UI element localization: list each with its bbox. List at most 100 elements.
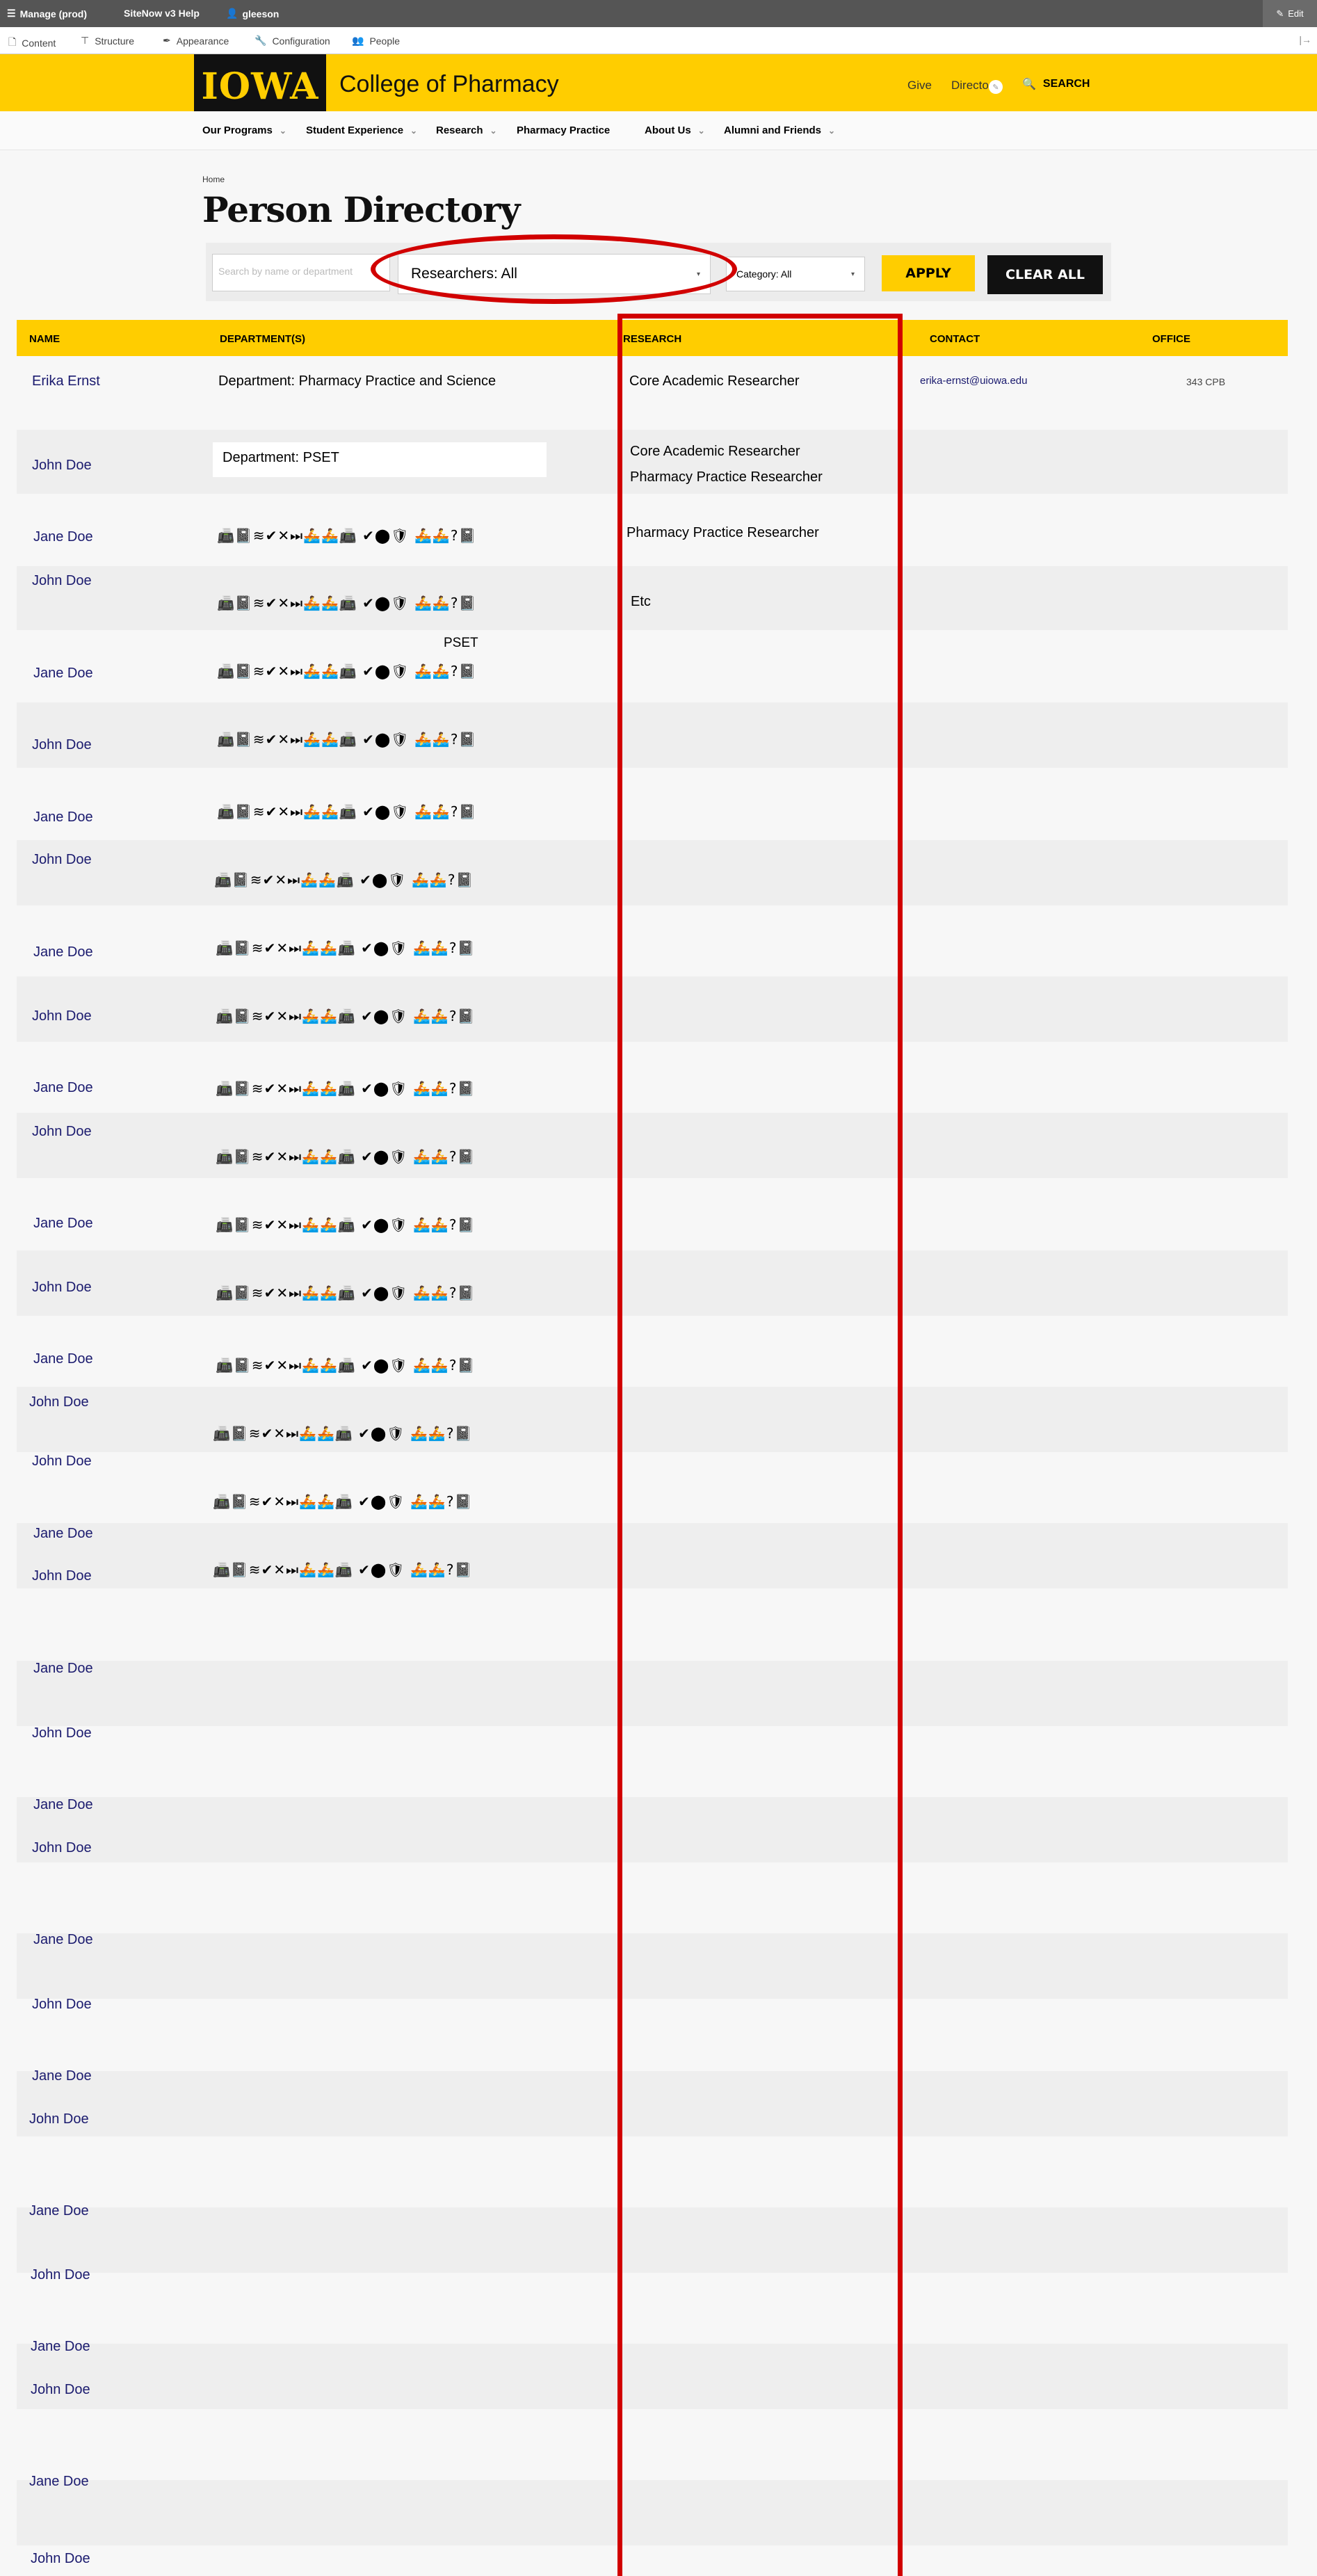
brush-icon: ✒: [163, 35, 171, 46]
tab-appearance-label: Appearance: [176, 35, 229, 47]
person-name-link[interactable]: Jane Doe: [32, 2068, 92, 2084]
dept-note: PSET: [444, 636, 478, 650]
person-name-link[interactable]: Jane Doe: [33, 1526, 93, 1542]
person-name-link[interactable]: Jane Doe: [33, 944, 93, 960]
edit-label: Edit: [1288, 8, 1304, 19]
directory-link[interactable]: Directo: [951, 79, 989, 92]
breadcrumb[interactable]: Home: [202, 175, 225, 184]
person-name-link[interactable]: John Doe: [32, 737, 92, 753]
college-name[interactable]: College of Pharmacy: [339, 71, 559, 98]
researchers-select[interactable]: Researchers: All ▾: [398, 254, 711, 294]
col-research[interactable]: RESEARCH: [623, 333, 681, 345]
dept-glyphs: 📠📓≋✔✕⏭🚣🚣📠 ✔⬤🛡 🚣🚣?📓: [216, 1285, 476, 1301]
nav-about-us[interactable]: About Us ⌄: [645, 124, 705, 136]
email-link[interactable]: erika-ernst@uiowa.edu: [920, 375, 1027, 387]
user-menu[interactable]: 👤 gleeson: [226, 8, 279, 19]
person-name-link[interactable]: John Doe: [29, 2111, 89, 2127]
person-name-link[interactable]: John Doe: [32, 458, 92, 474]
tab-people[interactable]: 👥 People: [352, 35, 400, 47]
dept-glyphs: 📠📓≋✔✕⏭🚣🚣📠 ✔⬤🛡 🚣🚣?📓: [217, 527, 477, 544]
person-name-link[interactable]: John Doe: [31, 2382, 90, 2398]
give-link[interactable]: Give: [907, 79, 932, 92]
people-icon: 👥: [352, 35, 364, 46]
person-name-link[interactable]: John Doe: [32, 1840, 92, 1856]
nav-research[interactable]: Research ⌄: [436, 124, 497, 136]
admin-tabs: 🗋 Content ⊤ Structure ✒ Appearance 🔧 Configu…: [0, 27, 1317, 54]
help-label: SiteNow v3 Help: [124, 8, 200, 19]
person-name-link[interactable]: John Doe: [29, 1394, 89, 1410]
row-bg: [17, 1250, 1288, 1316]
tab-structure-label: Structure: [95, 35, 135, 47]
edit-button[interactable]: ✎ Edit: [1263, 0, 1317, 27]
col-office[interactable]: OFFICE: [1152, 333, 1190, 345]
nav-student-experience[interactable]: Student Experience ⌄: [306, 124, 417, 136]
person-name-link[interactable]: Jane Doe: [33, 1351, 93, 1367]
tab-content[interactable]: 🗋 Content: [8, 35, 56, 51]
row-bg: [17, 566, 1288, 630]
col-name[interactable]: NAME: [29, 333, 60, 345]
chevron-down-icon: ⌄: [490, 125, 497, 136]
person-name-link[interactable]: John Doe: [32, 852, 92, 868]
person-name-link[interactable]: John Doe: [31, 2267, 90, 2283]
main-nav: Our Programs ⌄ Student Experience ⌄ Resear…: [0, 111, 1317, 150]
filter-bar: Search by name or department Researchers…: [206, 243, 1111, 301]
help-link[interactable]: SiteNow v3 Help: [124, 8, 200, 19]
person-name-link[interactable]: Jane Doe: [33, 529, 93, 545]
nav-label: Alumni and Friends: [724, 124, 822, 136]
person-name-link[interactable]: John Doe: [32, 1280, 92, 1296]
person-name-link[interactable]: John Doe: [32, 1124, 92, 1140]
tab-people-label: People: [369, 35, 401, 47]
person-name-link[interactable]: John Doe: [32, 1568, 92, 1584]
person-name-link[interactable]: John Doe: [32, 573, 92, 589]
person-name-link[interactable]: John Doe: [31, 2551, 90, 2567]
row-bg: [17, 2071, 1288, 2136]
person-name-link[interactable]: Erika Ernst: [32, 373, 100, 389]
col-departments[interactable]: DEPARTMENT(S): [220, 333, 305, 345]
nav-our-programs[interactable]: Our Programs ⌄: [202, 124, 286, 136]
dept-glyphs: 📠📓≋✔✕⏭🚣🚣📠 ✔⬤🛡 🚣🚣?📓: [216, 1216, 476, 1233]
person-name-link[interactable]: John Doe: [32, 1008, 92, 1024]
dept-glyphs: 📠📓≋✔✕⏭🚣🚣📠 ✔⬤🛡 🚣🚣?📓: [216, 1148, 476, 1165]
person-name-link[interactable]: Jane Doe: [31, 2339, 90, 2355]
row-bg: [17, 702, 1288, 768]
tab-appearance[interactable]: ✒ Appearance: [163, 35, 229, 47]
sidebar-toggle-icon[interactable]: |→: [1299, 34, 1311, 45]
person-name-link[interactable]: Jane Doe: [33, 1661, 93, 1677]
dept-glyphs: 📠📓≋✔✕⏭🚣🚣📠 ✔⬤🛡 🚣🚣?📓: [214, 871, 474, 888]
person-name-link[interactable]: John Doe: [32, 1997, 92, 2013]
person-name-link[interactable]: Jane Doe: [33, 666, 93, 682]
research-cell: Core Academic Researcher: [630, 444, 800, 459]
person-name-link[interactable]: Jane Doe: [29, 2203, 89, 2219]
iowa-logo[interactable]: IOWA: [194, 54, 326, 118]
person-name-link[interactable]: Jane Doe: [33, 1216, 93, 1232]
search-icon: 🔍: [1022, 79, 1036, 90]
person-name-link[interactable]: Jane Doe: [29, 2474, 89, 2490]
person-name-link[interactable]: Jane Doe: [33, 810, 93, 826]
nav-label: Our Programs: [202, 124, 273, 136]
col-contact[interactable]: CONTACT: [930, 333, 980, 345]
dept-cell: Department: PSET: [223, 450, 339, 465]
search-button[interactable]: 🔍 SEARCH: [1022, 77, 1090, 91]
category-value: Category: All: [736, 268, 792, 280]
nav-alumni-friends[interactable]: Alumni and Friends ⌄: [724, 124, 835, 136]
person-name-link[interactable]: Jane Doe: [33, 1080, 93, 1096]
search-label: SEARCH: [1042, 78, 1090, 90]
search-input[interactable]: Search by name or department: [212, 254, 390, 291]
research-cell: Etc: [631, 594, 651, 609]
person-name-link[interactable]: John Doe: [32, 1454, 92, 1470]
manage-menu[interactable]: ☰ Manage (prod): [7, 8, 87, 19]
person-name-link[interactable]: Jane Doe: [33, 1797, 93, 1813]
tab-configuration[interactable]: 🔧 Configuration: [254, 35, 330, 47]
hamburger-icon: ☰: [7, 8, 16, 19]
nav-label: Pharmacy Practice: [517, 124, 611, 136]
clear-all-button[interactable]: CLEAR ALL: [987, 255, 1103, 294]
user-icon: 👤: [226, 8, 239, 19]
chevron-down-icon: ⌄: [410, 125, 418, 136]
apply-button[interactable]: APPLY: [882, 255, 975, 291]
category-select[interactable]: Category: All ▾: [726, 257, 865, 291]
nav-pharmacy-practice[interactable]: Pharmacy Practice: [517, 124, 610, 136]
chevron-down-icon: ▾: [696, 270, 700, 278]
tab-structure[interactable]: ⊤ Structure: [81, 35, 134, 47]
person-name-link[interactable]: Jane Doe: [33, 1932, 93, 1948]
person-name-link[interactable]: John Doe: [32, 1725, 92, 1741]
